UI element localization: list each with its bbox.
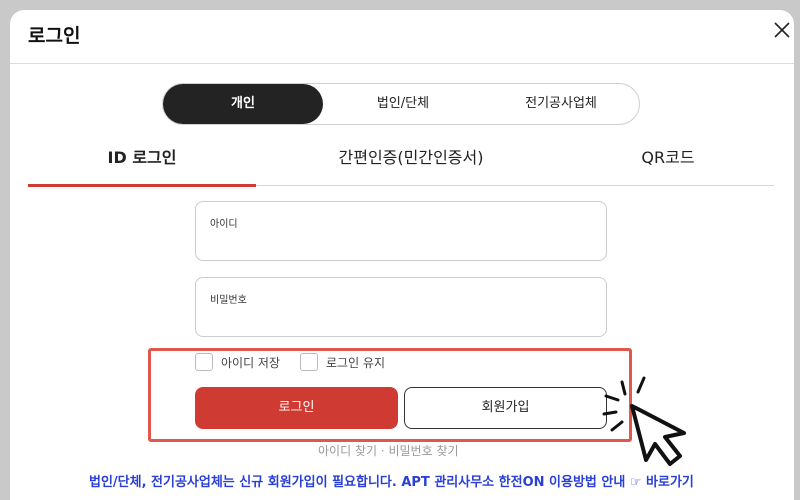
keep-login-checkbox[interactable] bbox=[300, 353, 318, 371]
save-id-checkbox[interactable] bbox=[195, 353, 213, 371]
id-input[interactable] bbox=[208, 232, 594, 254]
modal-title: 로그인 bbox=[28, 25, 81, 47]
link-separator: · bbox=[377, 444, 389, 458]
id-field[interactable]: 아이디 bbox=[195, 201, 607, 261]
notice-shortcut-link[interactable]: ☞ 바로가기 bbox=[630, 475, 694, 490]
id-label: 아이디 bbox=[210, 219, 238, 230]
find-account-links: 아이디 찾기 · 비밀번호 찾기 bbox=[318, 442, 459, 459]
signup-notice: 법인/단체, 전기공사업체는 신규 회원가입이 필요합니다. APT 관리사무소… bbox=[89, 471, 694, 490]
login-button[interactable]: 로그인 bbox=[195, 387, 398, 429]
login-method-tabs: ID 로그인 간편인증(민간인증서) QR코드 bbox=[28, 146, 774, 187]
save-id-label: 아이디 저장 bbox=[221, 355, 281, 370]
notice-text: 법인/단체, 전기공사업체는 신규 회원가입이 필요합니다. APT 관리사무소… bbox=[89, 475, 630, 490]
tab-qr-code[interactable]: QR코드 bbox=[588, 146, 748, 186]
keep-login-label: 로그인 유지 bbox=[326, 355, 386, 370]
segment-personal[interactable]: 개인 bbox=[163, 84, 323, 124]
find-password-link[interactable]: 비밀번호 찾기 bbox=[388, 444, 458, 458]
login-modal: 로그인 개인 법인/단체 전기공사업체 ID 로그인 간편인증(민간인증서) Q… bbox=[10, 10, 794, 500]
password-field[interactable]: 비밀번호 bbox=[195, 277, 607, 337]
save-id-option[interactable]: 아이디 저장 bbox=[195, 352, 280, 372]
password-label: 비밀번호 bbox=[210, 295, 247, 306]
tab-simple-auth[interactable]: 간편인증(민간인증서) bbox=[286, 146, 536, 186]
keep-login-option[interactable]: 로그인 유지 bbox=[300, 352, 385, 372]
member-type-segment: 개인 법인/단체 전기공사업체 bbox=[162, 83, 640, 125]
segment-electrical-contractor[interactable]: 전기공사업체 bbox=[483, 84, 639, 124]
find-id-link[interactable]: 아이디 찾기 bbox=[318, 444, 377, 458]
join-button[interactable]: 회원가입 bbox=[404, 387, 607, 429]
segment-corporate[interactable]: 법인/단체 bbox=[323, 84, 483, 124]
modal-header: 로그인 bbox=[10, 10, 794, 64]
password-input[interactable] bbox=[208, 308, 594, 330]
tab-id-login[interactable]: ID 로그인 bbox=[28, 146, 256, 187]
close-icon[interactable] bbox=[772, 20, 792, 40]
